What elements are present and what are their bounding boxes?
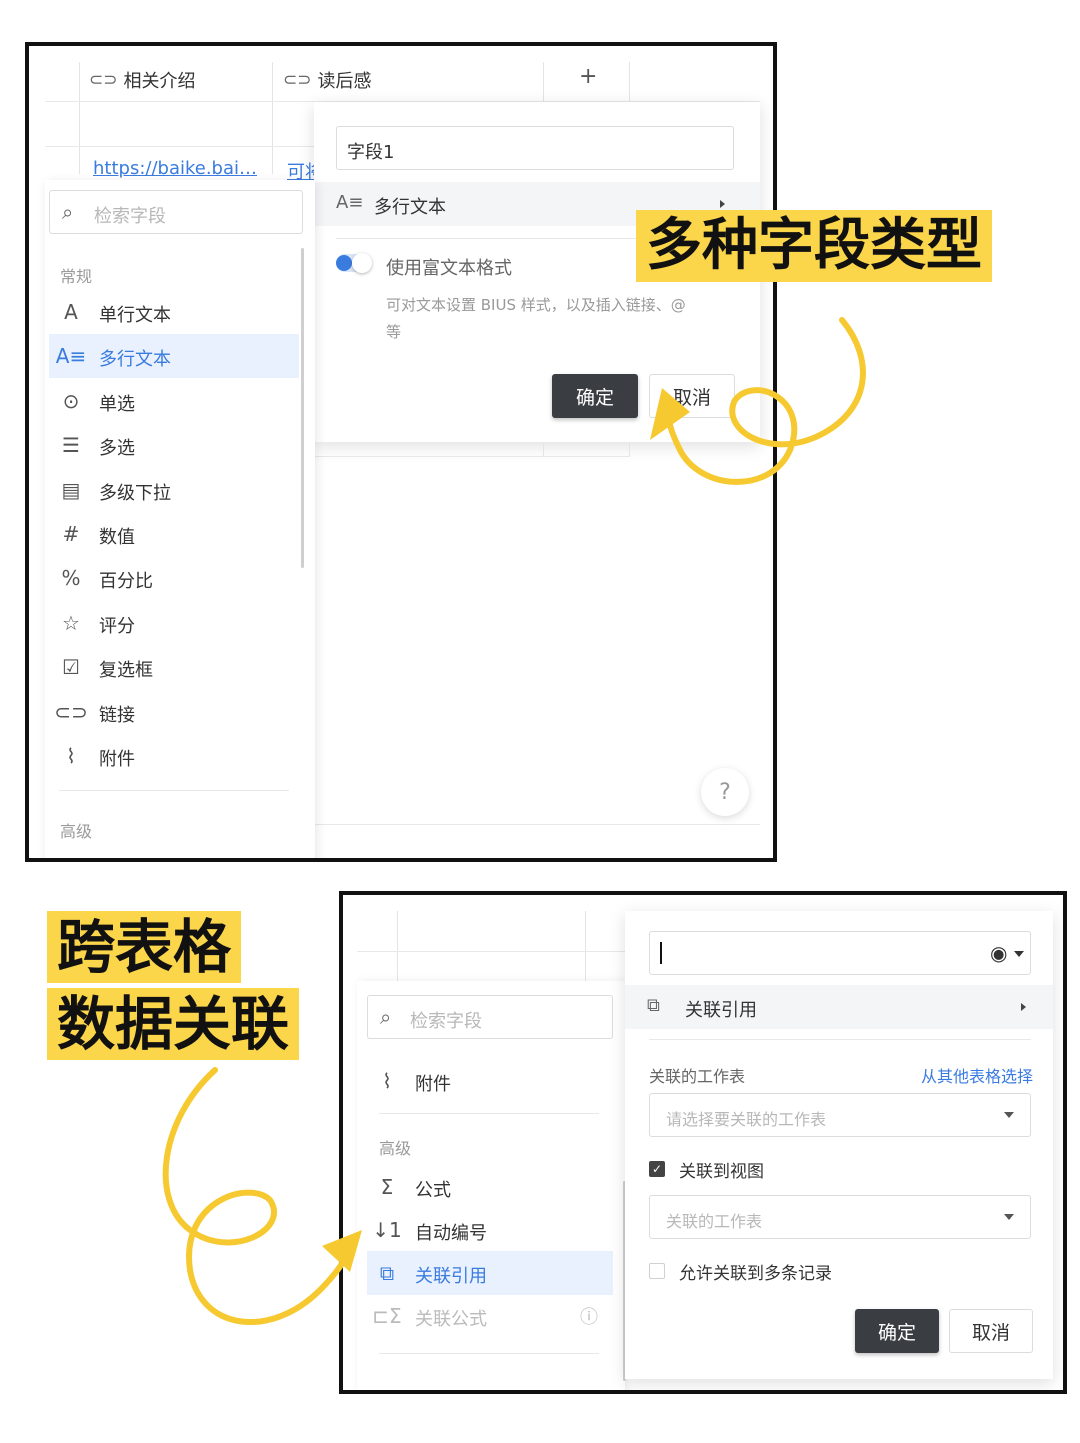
arrow-bottom bbox=[162, 1067, 353, 1325]
arrow-decorations bbox=[162, 317, 866, 1325]
arrow-top bbox=[665, 317, 866, 485]
